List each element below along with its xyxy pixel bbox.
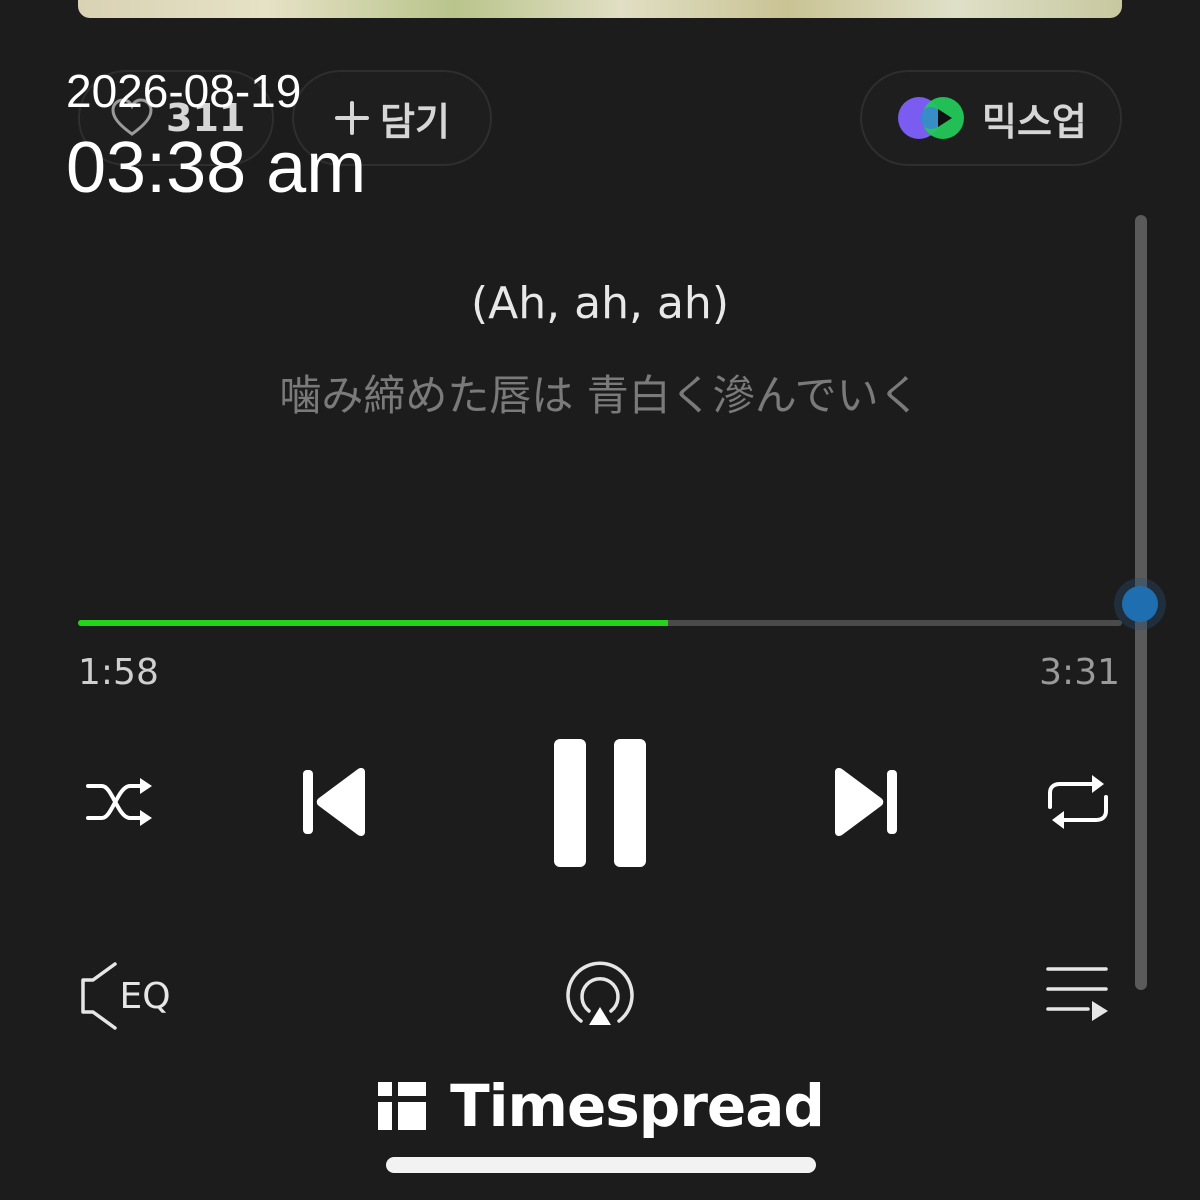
shuffle-icon <box>86 778 152 826</box>
mixup-label: 믹스업 <box>982 99 1087 144</box>
shuffle-button[interactable] <box>78 766 162 838</box>
total-time: 3:31 <box>1039 652 1120 693</box>
elapsed-time: 1:58 <box>78 652 159 693</box>
progress-bar[interactable] <box>78 620 1122 626</box>
album-art[interactable] <box>78 0 1122 18</box>
timestamp-overlay: 2026-08-19 03:38 am <box>66 68 366 204</box>
timestamp-time: 03:38 am <box>66 128 367 208</box>
next-button[interactable] <box>828 762 904 842</box>
skip-previous-icon <box>303 768 365 836</box>
skip-next-icon <box>835 768 897 836</box>
home-indicator[interactable] <box>386 1157 816 1173</box>
previous-button[interactable] <box>296 762 372 842</box>
mixup-icon <box>898 97 964 139</box>
lyric-current-line[interactable]: (Ah, ah, ah) <box>0 278 1200 329</box>
timespread-logo-icon <box>378 1082 427 1130</box>
scrollbar-handle[interactable] <box>1122 586 1158 622</box>
brand-name: Timespread <box>450 1072 825 1140</box>
repeat-button[interactable] <box>1036 766 1120 838</box>
queue-button[interactable] <box>1042 962 1114 1028</box>
pause-icon <box>554 739 646 867</box>
pause-button[interactable] <box>548 736 652 870</box>
add-label: 담기 <box>380 99 450 144</box>
playlist-icon <box>1046 967 1108 1021</box>
timespread-watermark: Timespread <box>0 1072 1200 1140</box>
airplay-button[interactable] <box>560 956 640 1036</box>
mixup-button[interactable]: 믹스업 <box>860 70 1122 166</box>
timestamp-date: 2026-08-19 <box>66 65 302 117</box>
eq-label: EQ <box>119 975 171 1017</box>
lyric-next-line[interactable]: 噛み締めた唇は 青白く滲んでいく <box>0 362 1200 423</box>
equalizer-button[interactable]: EQ <box>76 958 172 1034</box>
airplay-icon <box>566 961 634 1025</box>
eq-icon <box>81 962 118 1030</box>
repeat-icon <box>1048 775 1108 829</box>
progress-fill <box>78 620 668 626</box>
